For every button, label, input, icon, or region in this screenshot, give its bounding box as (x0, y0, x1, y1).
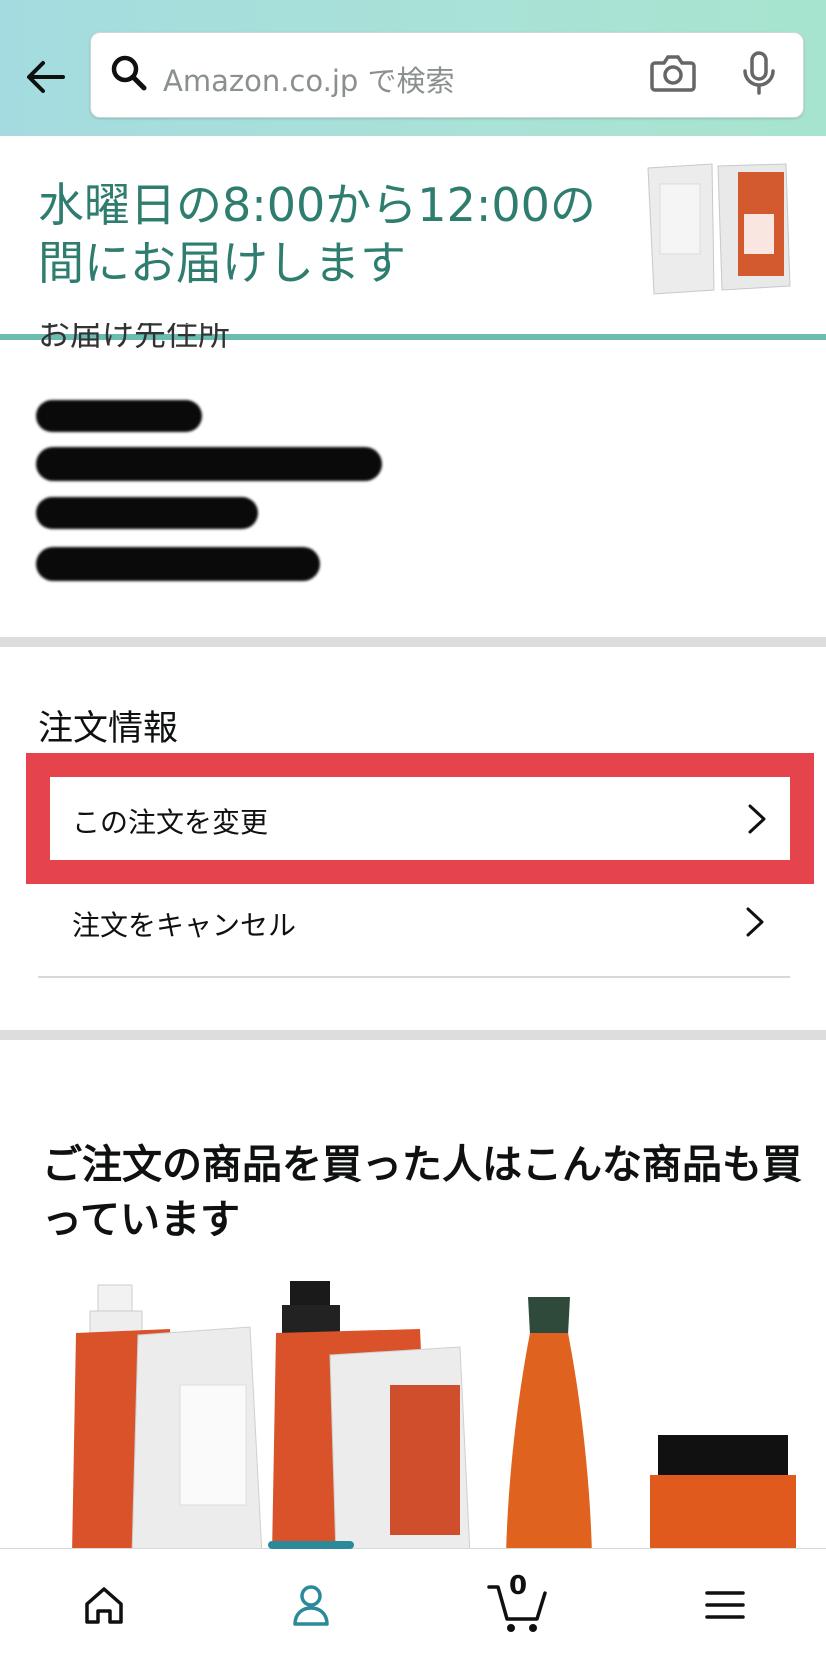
tab-home[interactable] (34, 1549, 174, 1660)
search-bar[interactable]: Amazon.co.jp で検索 (90, 32, 804, 118)
cancel-order-row[interactable]: 注文をキャンセル (38, 880, 790, 978)
tab-menu[interactable] (655, 1549, 795, 1660)
camera-icon[interactable] (649, 53, 697, 93)
recommendations-title: ご注文の商品を買った人はこんな商品も買っています (42, 1142, 802, 1243)
back-button[interactable] (18, 50, 72, 104)
cart-icon (487, 1584, 547, 1632)
menu-icon (705, 1590, 745, 1619)
search-input[interactable]: Amazon.co.jp で検索 (163, 58, 455, 100)
delivery-banner: 水曜日の8:00から12:00の間にお届けします (0, 136, 826, 336)
chevron-right-icon (748, 804, 766, 834)
highlight-frame: この注文を変更 (26, 753, 814, 884)
section-divider (0, 1030, 826, 1040)
active-tab-indicator (268, 1541, 354, 1549)
back-arrow-icon (27, 61, 65, 93)
address-label: お届け先住所 (38, 323, 231, 353)
microphone-icon[interactable] (741, 51, 777, 95)
chevron-right-icon (746, 907, 764, 937)
bottom-tab-bar: 0 (0, 1541, 826, 1660)
redacted-address-line (36, 447, 382, 481)
tab-cart[interactable]: 0 (448, 1549, 588, 1660)
product-image[interactable] (0, 1275, 826, 1555)
change-order-label: この注文を変更 (72, 806, 269, 839)
cancel-order-label: 注文をキャンセル (72, 909, 297, 942)
delivery-message: 水曜日の8:00から12:00の間にお届けします (38, 178, 596, 290)
recommended-products (0, 1275, 826, 1555)
product-thumbnail[interactable] (640, 154, 792, 304)
change-order-row[interactable]: この注文を変更 (50, 777, 790, 860)
redacted-address-line (36, 497, 258, 529)
account-icon (293, 1584, 329, 1626)
search-icon (111, 55, 147, 91)
section-divider (0, 637, 826, 647)
top-bar: Amazon.co.jp で検索 (0, 0, 826, 136)
home-icon (85, 1586, 123, 1624)
redacted-address-line (36, 547, 320, 581)
redacted-address-line (36, 400, 202, 432)
order-info-title: 注文情報 (38, 709, 179, 749)
tab-account[interactable] (241, 1549, 381, 1660)
